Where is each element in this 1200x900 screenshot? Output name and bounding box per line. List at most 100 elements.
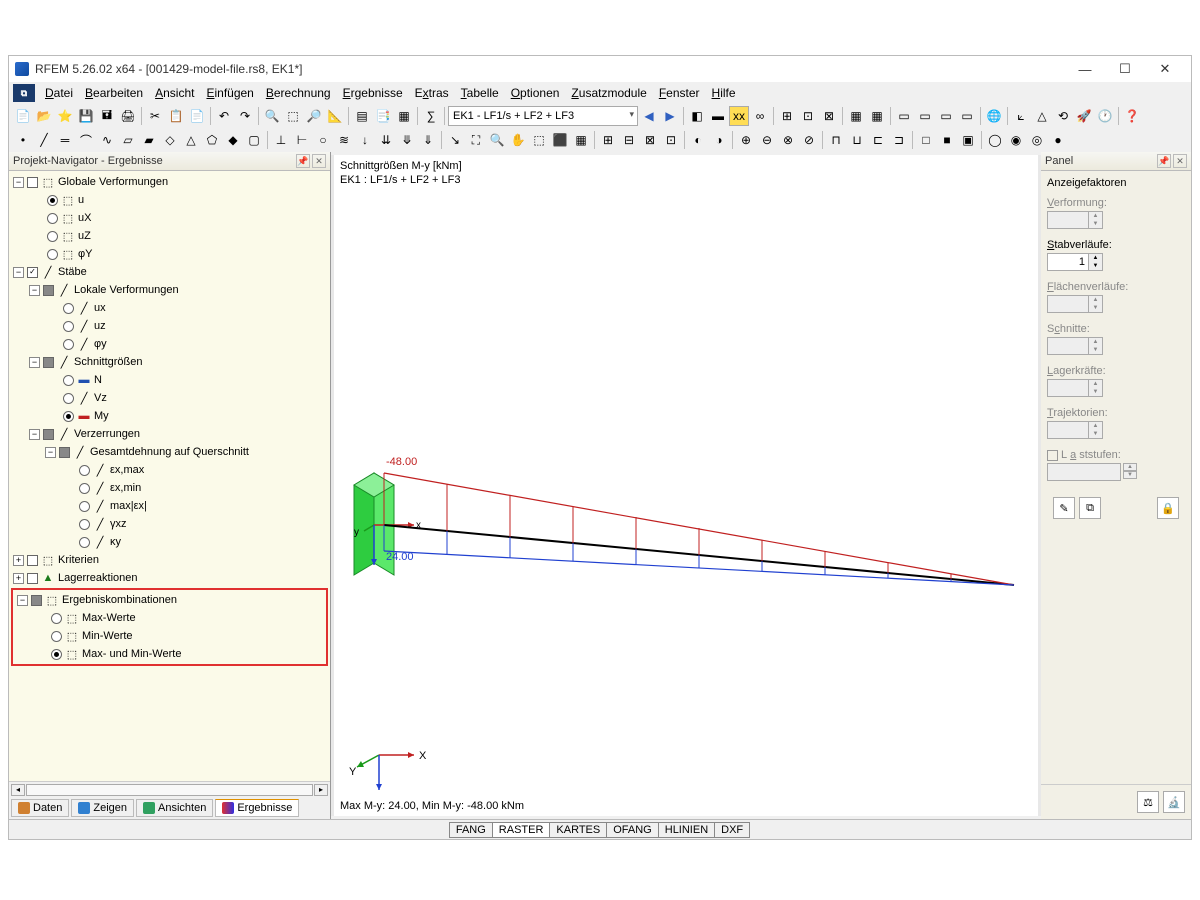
radio-exmax[interactable] [79, 465, 90, 476]
radio-u[interactable] [47, 195, 58, 206]
tb-favorite-icon[interactable]: ⭐ [55, 106, 75, 126]
tb2-l4-icon[interactable]: ⇓ [418, 130, 438, 150]
menu-bearbeiten[interactable]: Bearbeiten [79, 84, 149, 102]
tb-measure-icon[interactable]: 📐 [325, 106, 345, 126]
tb2-f4-icon[interactable]: ⊡ [661, 130, 681, 150]
tree-ergkomb[interactable]: Ergebniskombinationen [62, 594, 177, 606]
exp-kriterien[interactable]: + [13, 555, 24, 566]
tb-calc-icon[interactable]: ∑ [421, 106, 441, 126]
tree-lokale[interactable]: Lokale Verformungen [74, 284, 179, 296]
exp-verzerr[interactable]: − [29, 429, 40, 440]
tb-paste-icon[interactable]: 📄 [187, 106, 207, 126]
tree-globale[interactable]: Globale Verformungen [58, 176, 168, 188]
tb-saveall-icon[interactable]: 🖬 [97, 106, 117, 126]
tree-staebe[interactable]: Stäbe [58, 266, 87, 278]
status-dxf[interactable]: DXF [714, 822, 750, 838]
navigator-tree[interactable]: − ⬚ Globale Verformungen ⬚u ⬚uX ⬚uZ ⬚φY … [9, 171, 330, 781]
tb2-f2-icon[interactable]: ⊟ [619, 130, 639, 150]
tb2-e1-icon[interactable]: ◇ [160, 130, 180, 150]
stab-up-icon[interactable]: ▲ [1088, 254, 1102, 262]
exp-ergkomb[interactable]: − [17, 595, 28, 606]
tree-lux[interactable]: ux [94, 302, 106, 314]
tb2-zoomall-icon[interactable]: ⛶ [466, 130, 486, 150]
tb2-l1-icon[interactable]: ↓ [355, 130, 375, 150]
tab-daten[interactable]: Daten [11, 799, 69, 817]
radio-luz[interactable] [63, 321, 74, 332]
chk-ergkomb[interactable] [31, 595, 42, 606]
tb-mirror-icon[interactable]: △ [1032, 106, 1052, 126]
exp-globale[interactable]: − [13, 177, 24, 188]
tree-n[interactable]: N [94, 374, 102, 386]
tb2-l3-icon[interactable]: ⤋ [397, 130, 417, 150]
tab-zeigen[interactable]: Zeigen [71, 799, 134, 817]
tree-exmin[interactable]: εx,min [110, 482, 141, 494]
tb-zoom-icon[interactable]: 🔎 [304, 106, 324, 126]
tb2-v1-icon[interactable]: ◐ [688, 130, 708, 150]
tb-a3-icon[interactable]: ⊠ [819, 106, 839, 126]
menu-ergebnisse[interactable]: Ergebnisse [337, 84, 409, 102]
tb-axis-icon[interactable]: ⟀ [1011, 106, 1031, 126]
menu-zusatzmodule[interactable]: Zusatzmodule [565, 84, 652, 102]
radio-maxmin[interactable] [51, 649, 62, 660]
tb-layer1-icon[interactable]: ▭ [894, 106, 914, 126]
tb2-r3-icon[interactable]: ⊏ [868, 130, 888, 150]
scroll-left-icon[interactable]: ◂ [11, 784, 25, 796]
tb-rocket-icon[interactable]: 🚀 [1074, 106, 1094, 126]
tb2-c4-icon[interactable]: ● [1048, 130, 1068, 150]
chk-globale[interactable] [27, 177, 38, 188]
exp-lokale[interactable]: − [29, 285, 40, 296]
tb-a1-icon[interactable]: ⊞ [777, 106, 797, 126]
tb2-v2-icon[interactable]: ◑ [709, 130, 729, 150]
tb-grid2-icon[interactable]: ▦ [867, 106, 887, 126]
chk-lager[interactable] [27, 573, 38, 584]
tb-layer2-icon[interactable]: ▭ [915, 106, 935, 126]
tb2-p3-icon[interactable]: ▣ [958, 130, 978, 150]
tb2-e5-icon[interactable]: ▢ [244, 130, 264, 150]
status-hlinien[interactable]: HLINIEN [658, 822, 715, 838]
chk-staebe[interactable] [27, 267, 38, 278]
tree-minw[interactable]: Min-Werte [82, 630, 133, 642]
chk-kriterien[interactable] [27, 555, 38, 566]
close-button[interactable]: ✕ [1145, 59, 1185, 79]
tb2-iso-icon[interactable]: ⬚ [529, 130, 549, 150]
exp-gesamt[interactable]: − [45, 447, 56, 458]
minimize-button[interactable]: — [1065, 59, 1105, 79]
status-ofang[interactable]: OFANG [606, 822, 659, 838]
menu-hilfe[interactable]: Hilfe [706, 84, 742, 102]
rp-copy-icon[interactable]: ⧉ [1079, 497, 1101, 519]
tb2-m4-icon[interactable]: ⊘ [799, 130, 819, 150]
tb2-c2-icon[interactable]: ◉ [1006, 130, 1026, 150]
tb-clock-icon[interactable]: 🕐 [1095, 106, 1115, 126]
menu-datei[interactable]: Datei [39, 84, 79, 102]
radio-my[interactable] [63, 411, 74, 422]
tb2-r4-icon[interactable]: ⊐ [889, 130, 909, 150]
chk-gesamt[interactable] [59, 447, 70, 458]
tree-exmax[interactable]: εx,max [110, 464, 144, 476]
tree-kriterien[interactable]: Kriterien [58, 554, 99, 566]
tb-select-icon[interactable]: ⬚ [283, 106, 303, 126]
tb-print-icon[interactable]: 🖨 [118, 106, 138, 126]
radio-minw[interactable] [51, 631, 62, 642]
tb2-m1-icon[interactable]: ⊕ [736, 130, 756, 150]
tree-ux[interactable]: uX [78, 212, 91, 224]
tb-grid1-icon[interactable]: ▦ [846, 106, 866, 126]
tree-maxw[interactable]: Max-Werte [82, 612, 136, 624]
tb2-e4-icon[interactable]: ◆ [223, 130, 243, 150]
radio-ux[interactable] [47, 213, 58, 224]
tb-open-icon[interactable]: 📂 [34, 106, 54, 126]
tb-rotate-icon[interactable]: ⟲ [1053, 106, 1073, 126]
tb2-e2-icon[interactable]: △ [181, 130, 201, 150]
tb-inf-icon[interactable]: ∞ [750, 106, 770, 126]
radio-lux[interactable] [63, 303, 74, 314]
nav-hscroll[interactable]: ◂ ▸ [9, 781, 330, 797]
tb-new-icon[interactable]: 📄 [13, 106, 33, 126]
radio-ky[interactable] [79, 537, 90, 548]
tb-web-icon[interactable]: 🌐 [984, 106, 1004, 126]
tb-cube-icon[interactable]: ◧ [687, 106, 707, 126]
status-raster[interactable]: RASTER [492, 822, 551, 838]
load-combo-selector[interactable]: EK1 - LF1/s + LF2 + LF3 [448, 106, 638, 126]
tree-verzerr[interactable]: Verzerrungen [74, 428, 140, 440]
tb2-r1-icon[interactable]: ⊓ [826, 130, 846, 150]
tree-lphiy[interactable]: φy [94, 338, 107, 350]
tb2-hinge-icon[interactable]: ○ [313, 130, 333, 150]
